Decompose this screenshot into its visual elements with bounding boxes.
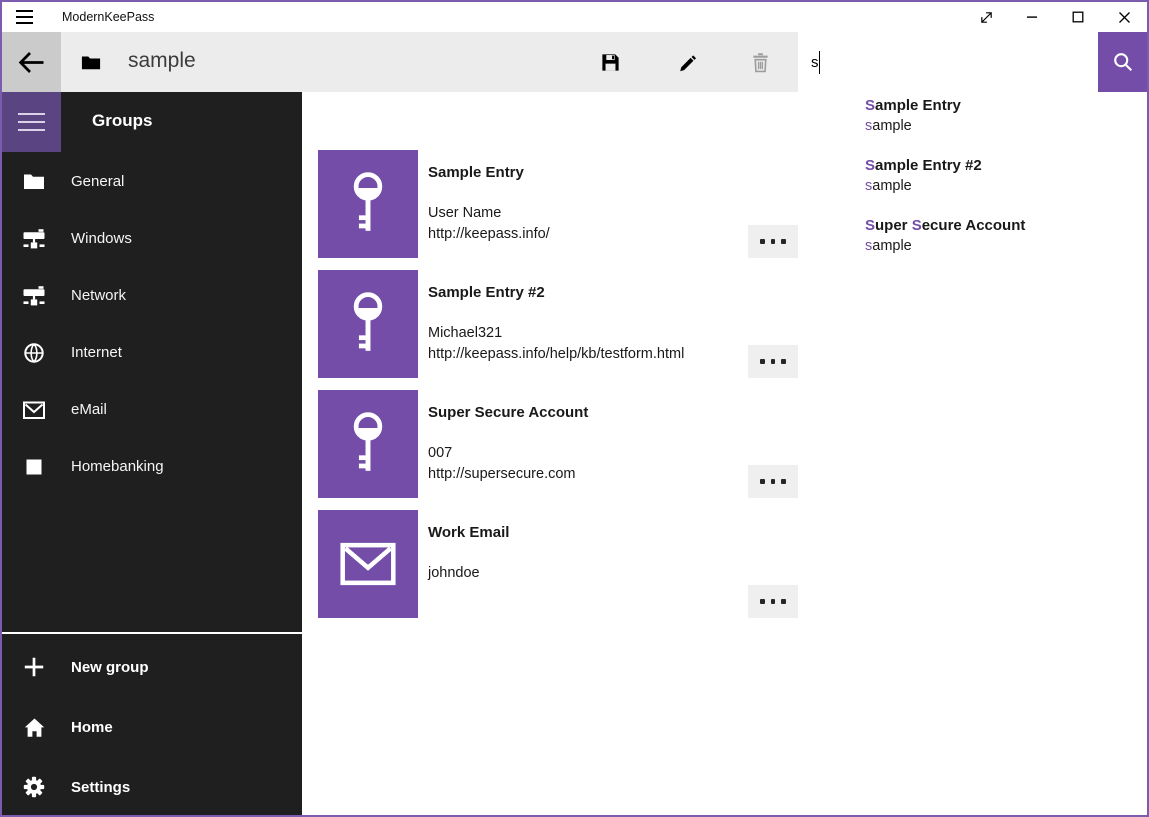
search-result[interactable]: Sample Entry #2 sample <box>798 156 1149 216</box>
minimize-icon <box>1026 11 1038 23</box>
sidebar-item-label: eMail <box>71 401 107 418</box>
sidebar-item-label: Windows <box>71 230 132 247</box>
groups-header: Groups <box>92 92 152 152</box>
minimize-button[interactable] <box>1009 2 1055 32</box>
maximize-icon <box>1072 11 1084 23</box>
key-icon <box>345 291 391 357</box>
sidebar-item-label: Network <box>71 287 126 304</box>
titlebar-hamburger-icon <box>16 9 36 25</box>
sidebar-item-internet[interactable]: Internet <box>2 324 302 381</box>
network-icon <box>22 227 46 251</box>
window-title: ModernKeePass <box>62 2 154 32</box>
entry-more-button[interactable] <box>748 585 798 618</box>
text-caret <box>819 51 820 74</box>
entry-title: Super Secure Account <box>428 404 588 421</box>
result-group: sample <box>865 118 912 134</box>
home-icon <box>22 715 46 739</box>
menu-toggle-button[interactable] <box>2 92 61 152</box>
sidebar-separator <box>2 632 302 634</box>
entry-more-button[interactable] <box>748 225 798 258</box>
result-title: Sample Entry #2 <box>865 157 982 174</box>
sidebar-item-email[interactable]: eMail <box>2 381 302 438</box>
sidebar-action-label: Settings <box>71 779 130 796</box>
gear-icon <box>22 775 46 799</box>
search-result[interactable]: Sample Entry sample <box>798 96 1149 156</box>
entry-username: User Name <box>428 205 501 221</box>
entry-tile[interactable] <box>318 270 418 378</box>
entry-url: http://supersecure.com <box>428 466 576 482</box>
delete-button[interactable] <box>736 32 784 92</box>
magnifier-icon <box>1112 51 1134 73</box>
search-results-flyout: Sample Entry sample Sample Entry #2 samp… <box>798 92 1149 264</box>
hamburger-icon <box>18 113 45 131</box>
plus-icon <box>22 655 46 679</box>
save-button[interactable] <box>586 32 634 92</box>
entry-url: http://keepass.info/ <box>428 226 550 242</box>
close-button[interactable] <box>1101 2 1147 32</box>
pencil-icon <box>676 52 697 73</box>
sidebar-action-label: Home <box>71 719 113 736</box>
entry-tile[interactable] <box>318 390 418 498</box>
result-title: Sample Entry <box>865 97 961 114</box>
fullscreen-button[interactable] <box>963 2 1009 32</box>
sidebar-item-homebanking[interactable]: Homebanking <box>2 438 302 495</box>
result-group: sample <box>865 178 912 194</box>
sidebar-item-label: Internet <box>71 344 122 361</box>
folder-icon <box>22 170 46 194</box>
trash-icon <box>750 52 771 73</box>
search-button[interactable] <box>1098 32 1147 92</box>
app-window: ModernKeePass sample <box>0 0 1149 817</box>
key-icon <box>345 171 391 237</box>
edit-button[interactable] <box>662 32 710 92</box>
sidebar: Groups General Windows Network Internet <box>2 92 302 817</box>
search-input[interactable] <box>798 32 1098 92</box>
database-folder-icon <box>81 53 101 71</box>
entry-title: Sample Entry #2 <box>428 284 545 301</box>
title-bar: ModernKeePass <box>2 2 1147 32</box>
entry-tile[interactable] <box>318 150 418 258</box>
result-title: Super Secure Account <box>865 217 1025 234</box>
entry-title: Work Email <box>428 524 509 541</box>
entry-username: 007 <box>428 445 452 461</box>
window-controls <box>963 2 1147 32</box>
expand-icon <box>978 9 995 26</box>
sidebar-action-new-group[interactable]: New group <box>2 637 302 697</box>
entry-username: Michael321 <box>428 325 502 341</box>
result-group: sample <box>865 238 912 254</box>
search-box <box>798 32 1098 92</box>
envelope-icon <box>340 542 396 586</box>
command-bar: sample <box>2 32 1147 92</box>
save-icon <box>600 52 621 73</box>
search-result[interactable]: Super Secure Account sample <box>798 216 1149 276</box>
envelope-icon <box>22 398 46 422</box>
sidebar-item-windows[interactable]: Windows <box>2 210 302 267</box>
database-name: sample <box>128 32 196 92</box>
entry-url: http://keepass.info/help/kb/testform.htm… <box>428 346 684 362</box>
sidebar-action-settings[interactable]: Settings <box>2 757 302 817</box>
sidebar-item-network[interactable]: Network <box>2 267 302 324</box>
sidebar-action-home[interactable]: Home <box>2 697 302 757</box>
entry-title: Sample Entry <box>428 164 524 181</box>
sidebar-item-label: General <box>71 173 124 190</box>
network-icon <box>22 284 46 308</box>
maximize-button[interactable] <box>1055 2 1101 32</box>
globe-icon <box>22 341 46 365</box>
sidebar-item-general[interactable]: General <box>2 153 302 210</box>
entry-more-button[interactable] <box>748 345 798 378</box>
entry-tile[interactable] <box>318 510 418 618</box>
square-icon <box>22 455 46 479</box>
back-button[interactable] <box>2 32 61 92</box>
entry-username: johndoe <box>428 565 480 581</box>
key-icon <box>345 411 391 477</box>
sidebar-item-label: Homebanking <box>71 458 164 475</box>
close-icon <box>1118 11 1131 24</box>
back-arrow-icon <box>18 51 45 74</box>
entry-more-button[interactable] <box>748 465 798 498</box>
sidebar-action-label: New group <box>71 659 149 676</box>
